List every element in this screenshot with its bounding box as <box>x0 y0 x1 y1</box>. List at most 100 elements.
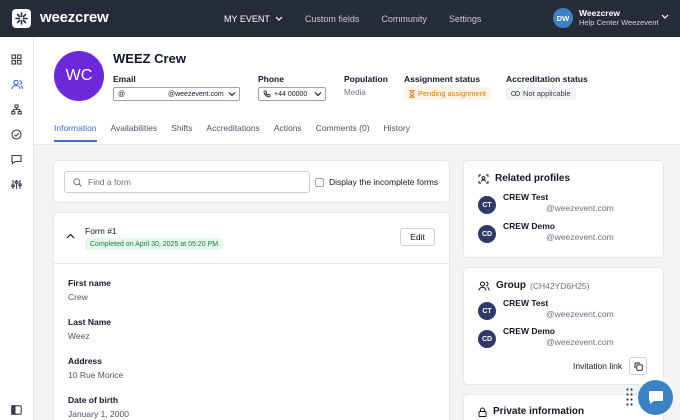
group-code: (CH42YD6H25) <box>530 280 590 291</box>
accreditation-value: Not applicable <box>523 89 571 98</box>
profile-tabs: Information Availabilities Shifts Accred… <box>54 123 424 142</box>
avatar: CT <box>478 196 496 214</box>
nav-settings[interactable]: Settings <box>449 14 482 24</box>
field-value: January 1, 2000 <box>68 409 129 419</box>
form-header: Form #1 Completed on April 30, 2025 at 0… <box>54 213 450 264</box>
tab-availabilities[interactable]: Availabilities <box>111 123 158 142</box>
email-prefix: @ <box>118 90 126 98</box>
person-email: @weezevent.com <box>546 232 614 242</box>
chat-support-button[interactable] <box>638 380 673 415</box>
field-label: Last Name <box>68 317 111 327</box>
profile-header: WC WEEZ Crew Email @ @weezevent.com Phon… <box>34 37 680 145</box>
tab-comments[interactable]: Comments (0) <box>316 123 370 142</box>
related-profile-item[interactable]: CD CREW Demo @weezevent.com <box>478 221 614 243</box>
nav-community[interactable]: Community <box>381 14 427 24</box>
dashboard-icon[interactable] <box>10 53 23 66</box>
person-email: @weezevent.com <box>546 309 614 319</box>
tab-actions[interactable]: Actions <box>274 123 302 142</box>
org-chart-icon[interactable] <box>10 103 23 116</box>
copy-button[interactable] <box>629 357 648 375</box>
invitation-link-label: Invitation link <box>573 361 623 371</box>
chevron-down-icon <box>661 14 669 19</box>
link-icon <box>511 91 520 96</box>
chat-icon[interactable] <box>10 153 23 166</box>
chevron-down-icon <box>275 16 283 21</box>
copy-icon <box>634 362 643 371</box>
tab-history[interactable]: History <box>384 123 410 142</box>
person-name: CREW Test <box>503 298 549 308</box>
form-status-badge: Completed on April 30, 2025 at 05:20 PM <box>85 238 224 250</box>
search-placeholder: Find a form <box>88 177 131 187</box>
field-value: Weez <box>68 331 90 341</box>
group-title: Group <box>496 280 526 291</box>
edit-button[interactable]: Edit <box>400 228 435 246</box>
nav-my-event[interactable]: MY EVENT <box>224 14 283 24</box>
field-value: Crew <box>68 292 88 302</box>
check-circle-icon[interactable] <box>10 128 23 141</box>
logo-icon[interactable] <box>12 9 31 28</box>
incomplete-forms-toggle[interactable]: Display the incomplete forms <box>315 177 438 187</box>
person-name: CREW Demo <box>503 221 555 231</box>
field-label: Address <box>68 356 103 366</box>
accreditation-badge: Not applicable <box>506 87 576 100</box>
phone-label: Phone <box>258 74 284 84</box>
phone-icon <box>263 90 271 98</box>
collapse-sidebar-icon[interactable] <box>10 403 23 416</box>
checkbox[interactable] <box>315 177 324 187</box>
related-profile-item[interactable]: CT CREW Test @weezevent.com <box>478 192 614 214</box>
nav-label: Settings <box>448 13 482 24</box>
chevron-up-icon[interactable] <box>66 233 75 239</box>
tab-shifts[interactable]: Shifts <box>171 123 192 142</box>
user-subtitle: Help Center Weezevent <box>579 18 659 27</box>
user-avatar: DW <box>553 8 573 28</box>
email-label: Email <box>113 74 136 84</box>
hourglass-icon <box>409 89 415 98</box>
top-bar: weezcrew MY EVENT Custom fields Communit… <box>0 0 680 37</box>
group-member-item[interactable]: CT CREW Test @weezevent.com <box>478 298 614 320</box>
search-icon <box>73 177 82 187</box>
profile-name: WEEZ Crew <box>113 51 186 66</box>
group-icon <box>478 281 490 291</box>
checkbox-label: Display the incomplete forms <box>329 177 439 187</box>
divider <box>34 144 680 145</box>
user-menu[interactable]: DW Weezcrew Help Center Weezevent <box>553 8 669 28</box>
field-label: Date of birth <box>68 395 119 405</box>
tab-accreditations[interactable]: Accreditations <box>206 123 259 142</box>
chevron-down-icon <box>314 92 322 97</box>
field-label: First name <box>68 278 111 288</box>
drag-handle-icon[interactable] <box>626 388 633 406</box>
phone-select[interactable]: +44 00000 <box>258 87 326 101</box>
profile-scan-icon <box>478 174 489 184</box>
email-domain: @weezevent.com <box>168 90 224 98</box>
nav-custom-fields[interactable]: Custom fields <box>305 14 360 24</box>
form-title: Form #1 <box>85 226 117 236</box>
profile-avatar: WC <box>54 51 104 101</box>
tab-information[interactable]: Information <box>54 123 97 142</box>
app-logo-text[interactable]: weezcrew <box>40 9 109 26</box>
email-select[interactable]: @ @weezevent.com <box>113 87 240 101</box>
chat-bubble-icon <box>648 391 663 404</box>
accreditation-label: Accreditation status <box>506 74 588 84</box>
person-email: @weezevent.com <box>546 203 614 213</box>
person-email: @weezevent.com <box>546 337 614 347</box>
phone-value: +44 00000 <box>274 90 308 98</box>
avatar: CT <box>478 302 496 320</box>
invitation-link-row: Invitation link <box>573 357 648 375</box>
main-nav: MY EVENT Custom fields Community Setting… <box>224 0 503 37</box>
form-card: Form #1 Completed on April 30, 2025 at 0… <box>53 212 450 420</box>
chevron-down-icon <box>228 92 236 97</box>
nav-label: Community <box>381 13 427 24</box>
users-icon[interactable] <box>10 78 23 91</box>
group-member-item[interactable]: CD CREW Demo @weezevent.com <box>478 326 614 348</box>
sliders-icon[interactable] <box>10 178 23 191</box>
related-profiles-card: Related profiles CT CREW Test @weezevent… <box>463 160 664 258</box>
assignment-badge: Pending assignment <box>404 87 491 100</box>
private-info-card: Private information <box>463 394 664 420</box>
assignment-label: Assignment status <box>404 74 481 84</box>
forms-filter-card: Find a form Display the incomplete forms <box>53 160 450 203</box>
nav-label: Custom fields <box>304 13 360 24</box>
search-input[interactable]: Find a form <box>64 171 310 193</box>
person-name: CREW Test <box>503 192 549 202</box>
lock-icon <box>478 407 487 417</box>
nav-label: MY EVENT <box>224 13 270 24</box>
